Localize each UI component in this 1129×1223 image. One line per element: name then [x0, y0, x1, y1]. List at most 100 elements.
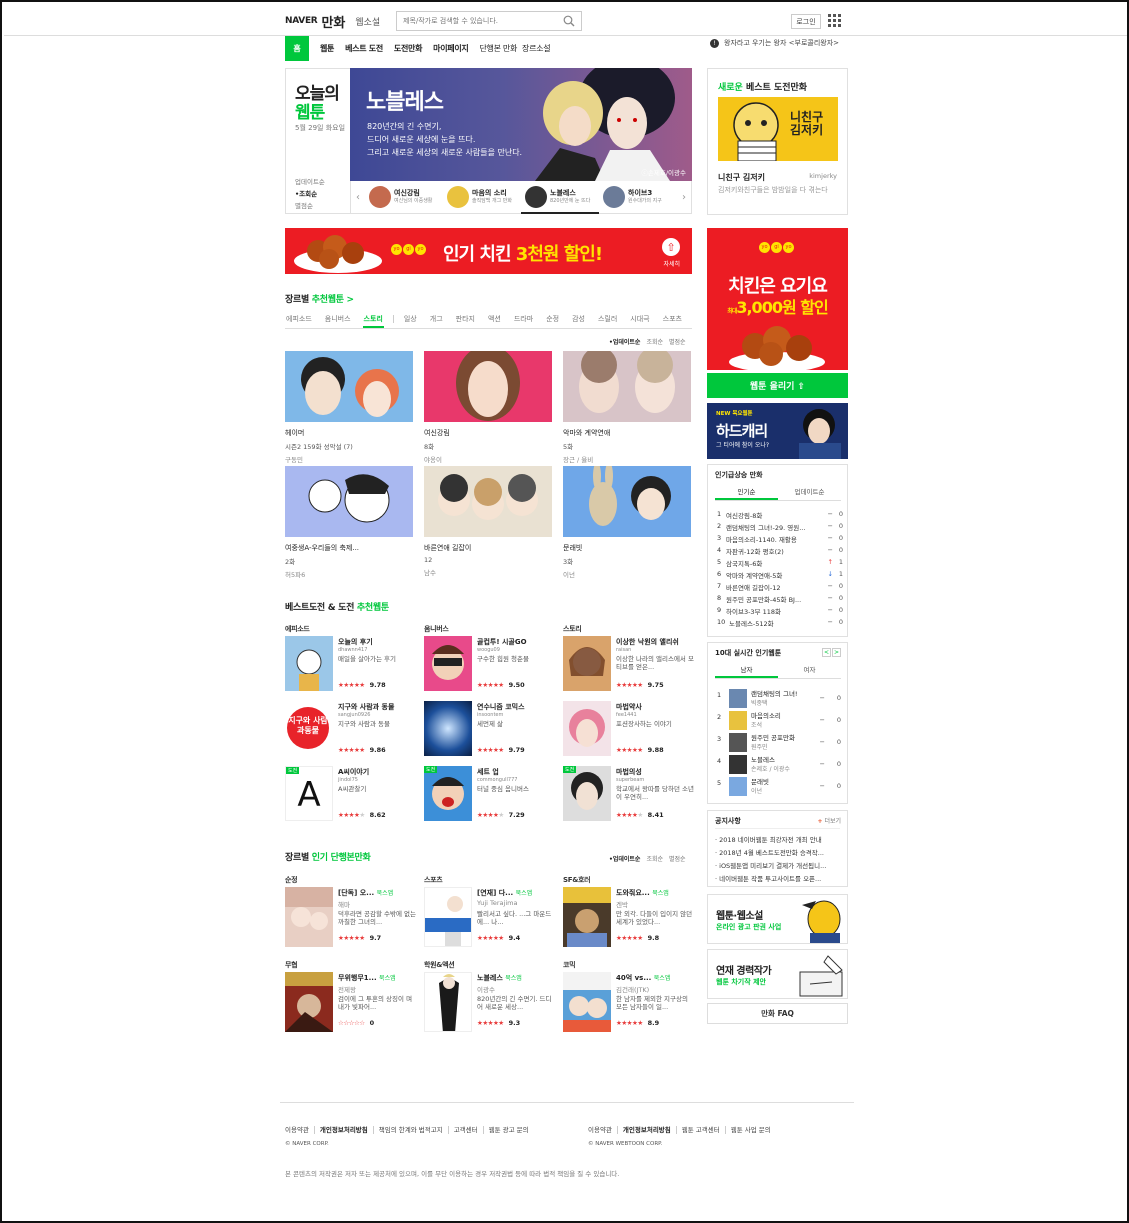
- challenge-item[interactable]: 연수니즘 코믹스 insoontem 세먼제 삶 ★★★★★ 9.79: [424, 701, 552, 759]
- rank-item[interactable]: 1 여신강림-8화 −0: [717, 510, 843, 520]
- rank-item[interactable]: 7 바른연애 길잡이-12−0: [717, 582, 843, 592]
- top-notice[interactable]: ! 왕자라고 우기는 왕자 <부로콜리왕자>: [710, 38, 839, 48]
- footer-link[interactable]: 책임의 한계와 법적고지: [372, 1126, 448, 1134]
- item-title[interactable]: 골컵투! 시골GO: [477, 637, 555, 647]
- item-thumbnail[interactable]: [285, 636, 333, 691]
- live-title-text[interactable]: 랜덤채팅의 그녀!: [751, 688, 798, 698]
- tab-daily[interactable]: 일상: [403, 313, 418, 328]
- sort-views[interactable]: 조회순: [646, 337, 663, 346]
- item-title[interactable]: A씨이야기: [338, 767, 416, 777]
- nav-home[interactable]: 홈: [285, 36, 309, 61]
- rank-title[interactable]: 노블레스-512화: [729, 618, 819, 628]
- tab-male[interactable]: 남자: [715, 664, 778, 678]
- book-item[interactable]: 노블레스 북스앱 이광수 820년간의 긴 수면기. 드디어 새로운 세상...…: [424, 972, 552, 1034]
- chevron-right-icon[interactable]: >: [832, 648, 841, 657]
- card-thumbnail[interactable]: [285, 351, 413, 422]
- book-cover[interactable]: [285, 887, 333, 947]
- notice-item[interactable]: · iOS웹툰앱 미리보기 결제가 개선됩니...: [715, 860, 843, 870]
- card-title[interactable]: 바른연애 길잡이: [424, 543, 552, 553]
- rank-title[interactable]: 하이브3-3부 118화: [726, 606, 819, 616]
- tab-comic[interactable]: 개그: [429, 313, 444, 328]
- item-thumbnail[interactable]: [424, 701, 472, 756]
- rank-title[interactable]: 바른연애 길잡이-12: [726, 582, 819, 592]
- nav-best-challenge[interactable]: 베스트 도전: [345, 43, 383, 54]
- webtoon-card[interactable]: 여신강림 8화 야옹이: [424, 351, 552, 464]
- footer-link[interactable]: 웹툰 광고 문의: [482, 1126, 534, 1134]
- card-title[interactable]: 헤이머: [285, 428, 413, 438]
- nav-genre-novel[interactable]: 장르소설: [522, 43, 551, 54]
- footer-link[interactable]: 개인정보처리방침: [616, 1126, 676, 1134]
- tab-historical[interactable]: 시대극: [629, 313, 650, 328]
- arrow-up-icon[interactable]: ⇧: [662, 238, 680, 256]
- challenge-item[interactable]: A 도전 A씨이야기 jindol75 A씨관찰기 ★★★★★ 8.62: [285, 766, 413, 824]
- tab-emotion[interactable]: 감성: [571, 313, 586, 328]
- book-item[interactable]: 무위행무1... 북스앱 전제왕 검이에 그 투혼의 상징이 며 내가 빛파어.…: [285, 972, 413, 1034]
- nav-webtoon[interactable]: 웹툰: [320, 43, 334, 54]
- live-thumb[interactable]: [729, 755, 747, 774]
- webtoon-card[interactable]: 문래빗 3화 이넌: [563, 466, 691, 579]
- challenge-item[interactable]: 마법약사 fee1441 포션장사하는 이야기 ★★★★★ 9.88: [563, 701, 691, 759]
- card-title[interactable]: 악마와 계약연애: [563, 428, 691, 438]
- sort-views[interactable]: 조회순: [646, 854, 663, 863]
- live-item[interactable]: 3 원주민 공포만화 원주민 − 0: [717, 732, 843, 752]
- rank-item[interactable]: 8 원주민 공포만화-45화 BJ... −0: [717, 594, 843, 604]
- rank-title[interactable]: 삼국지톡-6화: [726, 558, 819, 568]
- book-cover[interactable]: [563, 887, 611, 947]
- tab-female[interactable]: 여자: [778, 664, 841, 678]
- sort-rating[interactable]: 별점순: [669, 854, 686, 863]
- book-cover[interactable]: [285, 972, 333, 1032]
- sort-update[interactable]: •업데이트순: [609, 854, 640, 863]
- tab-thriller[interactable]: 스릴러: [597, 313, 618, 328]
- live-item[interactable]: 4 노블레스 손제호 / 이광수 − 0: [717, 754, 843, 774]
- search-icon[interactable]: [563, 15, 575, 27]
- webtoon-card[interactable]: 헤이머 시즌2 159화 성악설 (7) 구동민: [285, 351, 413, 464]
- rank-item[interactable]: 5 삼국지톡-6화 ↑ 1: [717, 558, 843, 568]
- card-thumbnail[interactable]: [563, 466, 691, 537]
- tab-romance[interactable]: 순정: [545, 313, 560, 328]
- tab-drama[interactable]: 드라마: [513, 313, 534, 328]
- footer-link[interactable]: 웹툰 사업 문의: [724, 1126, 776, 1134]
- challenge-item[interactable]: 골컵투! 시골GO woogu09 구수한 힙원 청춘물 ★★★★★ 9.50: [424, 636, 552, 694]
- tab-fantasy[interactable]: 판타지: [455, 313, 476, 328]
- manhwa-logo[interactable]: 만화: [321, 12, 345, 31]
- live-title-text[interactable]: 마음의소리: [751, 710, 781, 720]
- footer-link[interactable]: 개인정보처리방침: [313, 1126, 373, 1134]
- sort-rating[interactable]: 별점순: [669, 337, 686, 346]
- card-title[interactable]: 여신강림: [424, 428, 552, 438]
- live-thumb[interactable]: [729, 711, 747, 730]
- book-cover[interactable]: [563, 972, 611, 1032]
- challenge-item[interactable]: 오늘의 후기 dhawnn417 매일을 살아가는 후기 ★★★★★ 9.78: [285, 636, 413, 694]
- rank-item[interactable]: 9 하이브3-3부 118화 −0: [717, 606, 843, 616]
- item-thumbnail[interactable]: A 도전: [285, 766, 333, 821]
- challenge-item[interactable]: 도전 마법의성 superbeam 학교에서 왕따를 당하던 소년이 우연히..…: [563, 766, 694, 824]
- live-thumb[interactable]: [729, 689, 747, 708]
- item-title[interactable]: 연수니즘 코믹스: [477, 702, 555, 712]
- notice-more-link[interactable]: + 더보기: [817, 816, 841, 825]
- rank-item[interactable]: 3 마음의소리-1140. 재활용 −0: [717, 534, 843, 544]
- footer-link[interactable]: 이용약관: [285, 1126, 314, 1134]
- card-thumbnail[interactable]: [424, 466, 552, 537]
- hardcarry-banner[interactable]: NEW 목요웹툰 하드캐리 그 티어에 참이 오나?: [707, 403, 848, 459]
- section-title-link[interactable]: 추천웹툰 >: [312, 295, 354, 305]
- item-thumbnail[interactable]: 도전: [563, 766, 611, 821]
- logo[interactable]: NAVER 만화 웹소설: [285, 12, 380, 31]
- book-name[interactable]: 도와줘요...: [616, 889, 650, 897]
- live-item[interactable]: 1 랜덤채팅의 그녀! 빅중택 − 0: [717, 688, 843, 708]
- faq-button[interactable]: 만화 FAQ: [707, 1003, 848, 1024]
- tab-episode[interactable]: 에피소드: [285, 313, 313, 328]
- footer-link[interactable]: 이용약관: [588, 1126, 617, 1134]
- rank-item[interactable]: 10 노블레스-512화 −0: [717, 618, 843, 628]
- chevron-right-icon[interactable]: ›: [677, 181, 691, 214]
- live-title-text[interactable]: 노블레스: [751, 754, 775, 764]
- upload-webtoon-button[interactable]: 웹툰 올리기 ⇧: [707, 373, 848, 398]
- tab-updated[interactable]: 업데이트순: [778, 486, 841, 500]
- card-thumbnail[interactable]: [285, 466, 413, 537]
- challenge-item[interactable]: 이상한 낙원의 앨리쉬 raisan 이상한 나라의 앨리스에서 모티브를 얻은…: [563, 636, 694, 694]
- notice-item[interactable]: · 2018 네이버웹툰 최강자전 개최 안내: [715, 834, 843, 844]
- footer-link[interactable]: 고객센터: [447, 1126, 483, 1134]
- book-name[interactable]: [연재] 다...: [477, 889, 513, 897]
- top-notice-text[interactable]: 왕자라고 우기는 왕자 <부로콜리왕자>: [724, 38, 839, 48]
- book-name[interactable]: [단독] 오...: [338, 889, 374, 897]
- item-title[interactable]: 지구와 사람과 동물: [338, 702, 416, 712]
- main-banner[interactable]: 노블레스 820년간의 긴 수면기, 드디어 새로운 세상에 눈을 뜨다. 그리…: [350, 68, 692, 181]
